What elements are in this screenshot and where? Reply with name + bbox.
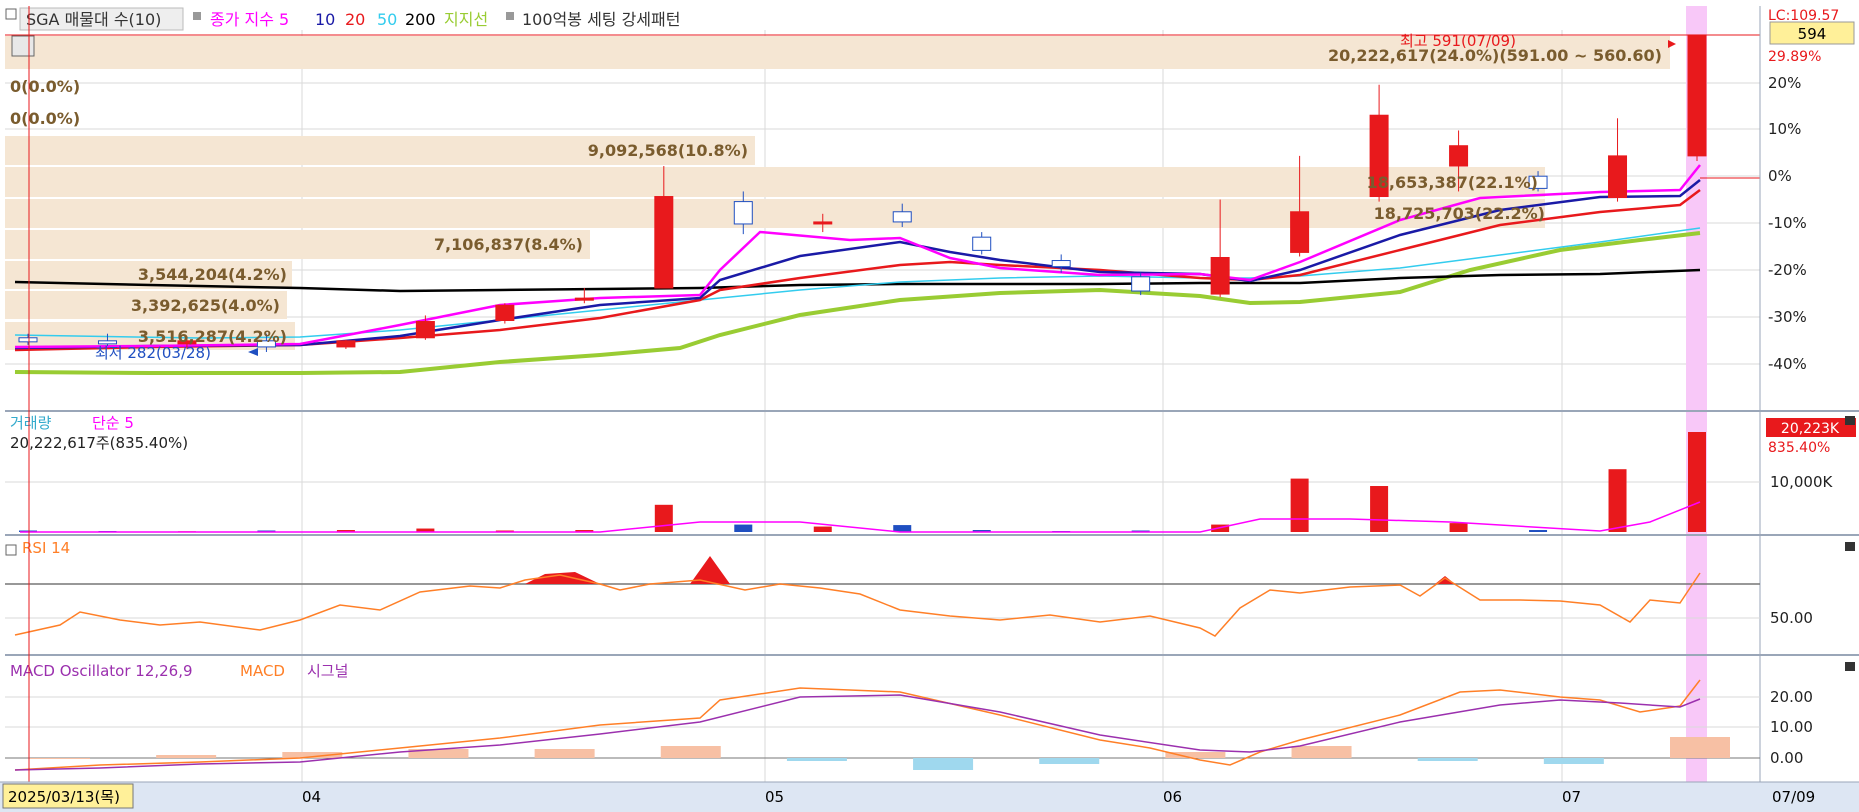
candle-body bbox=[972, 236, 992, 251]
candle-04/21 bbox=[495, 303, 515, 324]
macd-hist-bar bbox=[1543, 758, 1604, 764]
volume-ma-label: 단순 5 bbox=[92, 414, 134, 432]
volume-bar-05/08 bbox=[734, 524, 753, 532]
month-07: 07 bbox=[1562, 788, 1581, 806]
macd-label: MACD bbox=[240, 662, 285, 680]
macd-hist-bar bbox=[1417, 758, 1478, 761]
last-price: 594 bbox=[1798, 25, 1827, 43]
support-label: 지지선 bbox=[444, 10, 488, 29]
candle-body bbox=[733, 201, 753, 225]
ma200-label: 200 bbox=[405, 10, 436, 29]
start-date: 2025/03/13(목) bbox=[8, 788, 120, 806]
candle-body bbox=[1608, 155, 1628, 199]
candle-body bbox=[1210, 256, 1230, 295]
macd-hist-bar bbox=[786, 758, 847, 761]
x-axis: 2025/03/13(목) 04 05 06 07 07/09 bbox=[0, 781, 1859, 812]
volume-bar-07/07 bbox=[1608, 469, 1627, 532]
profile-label-4: 9,092,568(10.8%) bbox=[588, 141, 748, 160]
month-05: 05 bbox=[765, 788, 784, 806]
profile-label-9: 3,392,625(4.0%) bbox=[131, 296, 280, 315]
macd-hist-bar bbox=[534, 749, 595, 758]
candle-body bbox=[654, 196, 674, 289]
profile-label-2: 0(0.0%) bbox=[10, 77, 80, 96]
profile-bar-5 bbox=[5, 167, 1545, 197]
candle-body bbox=[18, 337, 38, 343]
candle-body bbox=[1051, 260, 1071, 268]
month-06: 06 bbox=[1163, 788, 1182, 806]
tick-0: 0% bbox=[1768, 167, 1792, 185]
rsi-close-icon[interactable] bbox=[1845, 542, 1855, 551]
macd-tick-0: 0.00 bbox=[1770, 749, 1803, 767]
volume-tick: 10,000K bbox=[1770, 473, 1833, 491]
tick-20: 20% bbox=[1768, 74, 1801, 92]
macd-hist-bar bbox=[30, 758, 90, 759]
candle-body bbox=[892, 211, 912, 223]
candle-body bbox=[1131, 276, 1151, 292]
macd-hist-bar bbox=[1165, 752, 1226, 758]
candle-body bbox=[495, 304, 515, 321]
stock-chart-window: 20,222,617(24.0%)(591.00 ~ 560.60) 0(0.0… bbox=[0, 0, 1859, 812]
volume-close-icon[interactable] bbox=[1845, 416, 1855, 425]
profile-label-6: 18,725,703(22.2%) bbox=[1374, 204, 1545, 223]
volume-title: 거래량 bbox=[10, 414, 52, 432]
pattern-label: 100억봉 세팅 강세패턴 bbox=[522, 10, 680, 29]
volume-bar-05/02 bbox=[654, 504, 673, 532]
profile-label-3: 0(0.0%) bbox=[10, 109, 80, 128]
svg-text:MACD Oscillator 12,26,9: MACD Oscillator 12,26,9 bbox=[10, 662, 193, 680]
macd-hist-bar bbox=[1039, 758, 1100, 764]
legend-dot-icon bbox=[193, 12, 201, 20]
ma20-label: 20 bbox=[345, 10, 365, 29]
candle-body bbox=[574, 297, 594, 301]
ma5-label: 종가 지수 5 bbox=[210, 10, 289, 29]
end-date: 07/09 bbox=[1772, 788, 1815, 806]
indicator-label: SGA 매물대 수(10) bbox=[26, 10, 161, 29]
table-toggle-icon[interactable] bbox=[11, 35, 35, 57]
candle-body bbox=[1449, 145, 1469, 167]
volume-bar-06/27 bbox=[1449, 523, 1468, 532]
profile-label-8: 3,544,204(4.2%) bbox=[138, 265, 287, 284]
tick-m40: -40% bbox=[1768, 355, 1807, 373]
chart-background bbox=[0, 0, 1859, 812]
macd-close-icon[interactable] bbox=[1845, 662, 1855, 671]
candle-body bbox=[336, 340, 356, 348]
macd-hist-bar bbox=[660, 746, 721, 758]
macd-hist-bar bbox=[913, 758, 974, 770]
volume-bar-06/25 bbox=[1370, 486, 1389, 532]
high-annotation: 최고 591(07/09) bbox=[1400, 32, 1516, 50]
macd-hist-bar bbox=[156, 755, 217, 758]
ma10-label: 10 bbox=[315, 10, 335, 29]
rsi-tick: 50.00 bbox=[1770, 609, 1813, 627]
candle-body bbox=[1290, 211, 1310, 253]
volume-bar-07/02 bbox=[1529, 530, 1548, 532]
candle-body bbox=[813, 221, 833, 225]
macd-hist-bar bbox=[1291, 746, 1352, 758]
signal-label: 시그널 bbox=[307, 662, 348, 680]
tick-m20: -20% bbox=[1768, 261, 1807, 279]
profile-label-7: 7,106,837(8.4%) bbox=[434, 235, 583, 254]
ma50-label: 50 bbox=[377, 10, 397, 29]
chart-canvas[interactable]: 20,222,617(24.0%)(591.00 ~ 560.60) 0(0.0… bbox=[0, 0, 1859, 812]
volume-bar-06/19 bbox=[1290, 478, 1309, 532]
month-04: 04 bbox=[302, 788, 321, 806]
macd-hist-bar bbox=[1670, 737, 1730, 758]
candle-07/09 bbox=[1687, 34, 1707, 161]
volume-bar-07/09 bbox=[1688, 432, 1706, 532]
volume-badge-pct: 835.40% bbox=[1768, 440, 1830, 456]
profile-bar-6 bbox=[5, 199, 1545, 228]
tick-m10: -10% bbox=[1768, 214, 1807, 232]
macd-tick-20: 20.00 bbox=[1770, 688, 1813, 706]
pattern-dot-icon bbox=[506, 12, 514, 20]
tick-10: 10% bbox=[1768, 120, 1801, 138]
volume-value: 20,222,617주(835.40%) bbox=[10, 434, 188, 452]
low-annotation: 최저 282(03/28) bbox=[95, 344, 211, 362]
change-label: 29.89% bbox=[1768, 49, 1821, 65]
volume-bar-05/15 bbox=[813, 526, 832, 532]
tick-m30: -30% bbox=[1768, 308, 1807, 326]
candle-body bbox=[415, 321, 435, 339]
volume-badge: 20,223K bbox=[1781, 421, 1840, 437]
profile-label-5: 18,653,387(22.1%) bbox=[1367, 173, 1538, 192]
candle-body bbox=[1687, 34, 1707, 157]
macd-tick-10: 10.00 bbox=[1770, 718, 1813, 736]
macd-title: MACD Oscillator 12,26,9 bbox=[10, 662, 193, 680]
